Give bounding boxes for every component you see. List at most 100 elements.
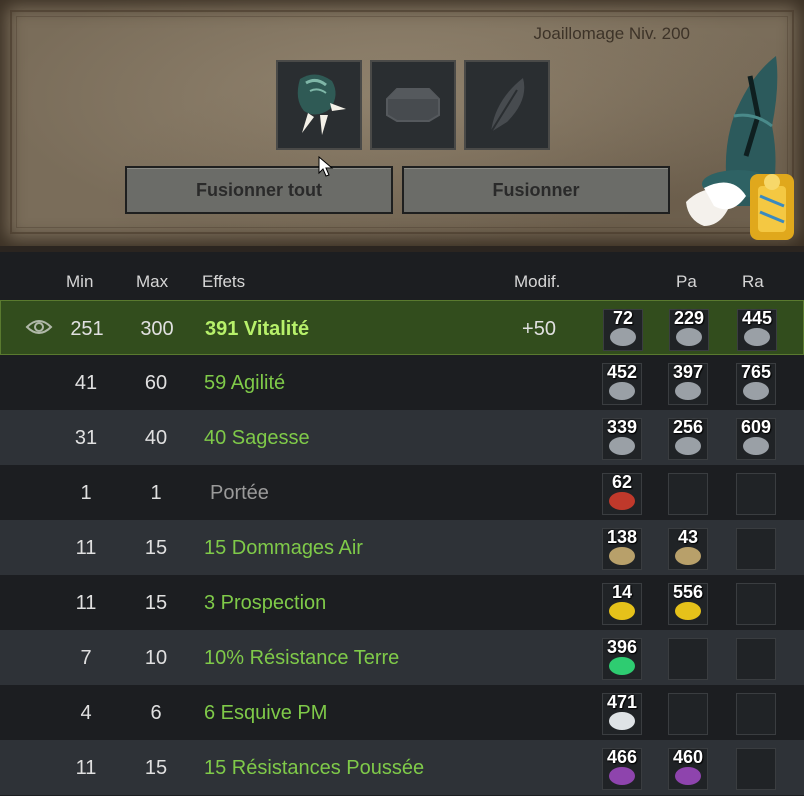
rune-count: 556 — [672, 582, 704, 602]
min-value: 7 — [80, 647, 92, 669]
rune-count: 445 — [741, 308, 773, 328]
rune-count: 62 — [611, 472, 633, 492]
rune-gem-icon — [675, 767, 701, 785]
fuse-button[interactable]: Fusionner — [402, 166, 670, 214]
rune-gem-icon — [675, 382, 701, 400]
max-value: 15 — [144, 592, 168, 614]
column-ra: Ra — [742, 272, 764, 291]
rune-slot-base[interactable]: 452 — [602, 362, 642, 405]
max-value: 15 — [144, 757, 168, 779]
min-value: 41 — [74, 372, 98, 394]
column-min: Min — [66, 272, 94, 291]
rune-slot-pa — [668, 473, 708, 515]
rune-gem-icon — [744, 328, 770, 346]
max-value: 40 — [144, 427, 168, 449]
rune-slot-base[interactable]: 72 — [603, 308, 643, 351]
rune-slot-pa[interactable]: 460 — [668, 747, 708, 790]
rune-slot-ra[interactable]: 445 — [737, 308, 777, 351]
rune-count: 397 — [672, 362, 704, 382]
max-value: 60 — [144, 372, 168, 394]
smithmagic-panel: Joaillomage Niv. 200 Fusionner tout Fusi… — [0, 0, 804, 252]
rune-gem-icon — [609, 437, 635, 455]
max-value: 1 — [150, 482, 162, 504]
rune-slot-base[interactable]: 138 — [602, 527, 642, 570]
table-row[interactable]: 41 60 59 Agilité 452 397 765 — [0, 355, 804, 410]
max-value: 6 — [150, 702, 162, 724]
rune-slot-ra — [736, 748, 776, 790]
rune-count: 609 — [740, 417, 772, 437]
effect-label: 10% Résistance Terre — [204, 647, 400, 669]
rune-slot-ra[interactable]: 609 — [736, 417, 776, 460]
max-value: 300 — [140, 318, 174, 340]
rune-gem-icon — [676, 328, 702, 346]
rune-slot-ra — [736, 583, 776, 625]
rune-slot-base[interactable]: 14 — [602, 582, 642, 625]
rune-slot-pa — [668, 693, 708, 735]
rune-gem-icon — [609, 602, 635, 620]
rune-slot-base[interactable]: 396 — [602, 637, 642, 680]
effect-label: 15 Dommages Air — [204, 537, 363, 559]
rune-slot-pa[interactable]: 556 — [668, 582, 708, 625]
job-level-label: Joaillomage Niv. 200 — [533, 24, 690, 43]
rune-gem-icon — [675, 602, 701, 620]
table-row[interactable]: 1 1 Portée 62 — [0, 465, 804, 520]
rune-slot-ra — [736, 528, 776, 570]
rune-slot-ra[interactable]: 765 — [736, 362, 776, 405]
rune-slot-pa[interactable]: 43 — [668, 527, 708, 570]
column-effects: Effets — [202, 272, 246, 291]
feather-icon — [490, 78, 525, 133]
effect-label: 40 Sagesse — [204, 427, 310, 449]
claw-glove-icon — [297, 74, 346, 135]
min-value: 251 — [70, 318, 104, 340]
min-value: 4 — [80, 702, 92, 724]
fuse-all-button[interactable]: Fusionner tout — [125, 166, 393, 214]
rune-slot-base[interactable]: 466 — [602, 747, 642, 790]
effects-table-header: Min Max Effets Modif. Pa Ra — [0, 262, 804, 300]
rune-count: 471 — [606, 692, 638, 712]
eye-icon[interactable] — [25, 317, 53, 337]
column-pa: Pa — [676, 272, 697, 291]
table-row[interactable]: 11 15 15 Résistances Poussée 466 460 — [0, 740, 804, 795]
effect-label: 15 Résistances Poussée — [204, 757, 425, 779]
min-value: 31 — [74, 427, 98, 449]
table-row[interactable]: 251 300 391 Vitalité +50 72 229 445 — [0, 300, 804, 355]
rune-gem-icon — [609, 547, 635, 565]
table-row[interactable]: 7 10 10% Résistance Terre 396 — [0, 630, 804, 685]
rune-slot-base[interactable]: 62 — [602, 472, 642, 515]
rune-count: 460 — [672, 747, 704, 767]
potion-slot[interactable] — [464, 60, 550, 150]
rune-slot[interactable] — [370, 60, 456, 150]
rune-slot-pa[interactable]: 256 — [668, 417, 708, 460]
rune-gem-icon — [609, 767, 635, 785]
rune-slot-pa[interactable]: 229 — [669, 308, 709, 351]
modif-value: +50 — [522, 318, 556, 340]
mouse-cursor-icon — [318, 156, 334, 177]
min-value: 11 — [75, 592, 97, 614]
rune-gem-icon — [675, 437, 701, 455]
rune-slot-base[interactable]: 471 — [602, 692, 642, 735]
rune-count: 256 — [672, 417, 704, 437]
column-modif: Modif. — [514, 272, 561, 291]
max-value: 15 — [144, 537, 168, 559]
table-row[interactable]: 31 40 40 Sagesse 339 256 609 — [0, 410, 804, 465]
rune-slot-base[interactable]: 339 — [602, 417, 642, 460]
rune-count: 43 — [677, 527, 699, 547]
rune-count: 466 — [606, 747, 638, 767]
rune-count: 765 — [740, 362, 772, 382]
rune-count: 229 — [673, 308, 705, 328]
min-value: 11 — [75, 757, 97, 779]
table-row[interactable]: 4 6 6 Esquive PM 471 — [0, 685, 804, 740]
rune-count: 14 — [611, 582, 633, 602]
rune-gem-icon — [609, 657, 635, 675]
item-slot[interactable] — [276, 60, 362, 150]
rune-gem-icon — [609, 382, 635, 400]
table-row[interactable]: 11 15 15 Dommages Air 138 43 — [0, 520, 804, 575]
rune-slot-pa[interactable]: 397 — [668, 362, 708, 405]
effect-label: 3 Prospection — [204, 592, 327, 614]
rune-slot-ra — [736, 693, 776, 735]
wizard-mascot-icon — [686, 56, 794, 240]
table-row[interactable]: 11 15 3 Prospection 14 556 — [0, 575, 804, 630]
rune-slot-pa — [668, 638, 708, 680]
rune-gem-icon — [743, 382, 769, 400]
rune-count: 396 — [606, 637, 638, 657]
